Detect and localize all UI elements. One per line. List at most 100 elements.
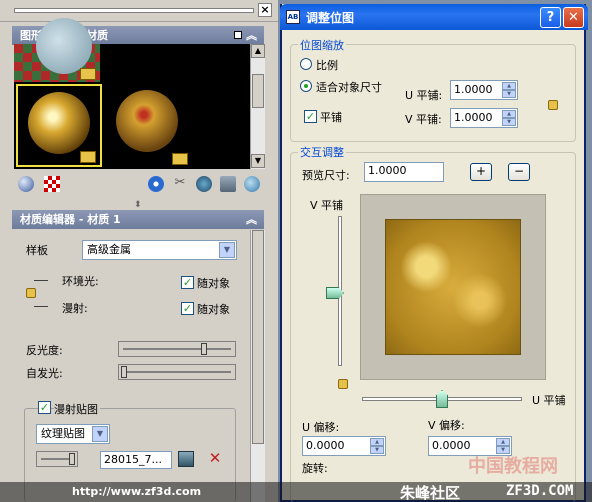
map-file-value: 28015_7... xyxy=(104,453,162,466)
slider-knob[interactable] xyxy=(121,366,127,378)
v-tile-spinner[interactable]: 1.0000 ▲ ▼ xyxy=(450,108,518,128)
material-editor-header[interactable]: 材质编辑器 - 材质 1 ︽ xyxy=(12,210,264,229)
u-tile-value: 1.0000 xyxy=(454,83,493,96)
watermark-community: 朱峰社区 xyxy=(400,484,461,502)
map-type-select[interactable]: 纹理贴图 ▼ xyxy=(36,424,110,444)
material-tag-icon xyxy=(172,153,188,165)
self-illumination-label: 自发光: xyxy=(26,367,63,380)
fit-to-object-radio[interactable] xyxy=(300,80,312,92)
select-objects-icon[interactable] xyxy=(220,176,236,192)
template-label: 样板 xyxy=(26,244,48,257)
close-button[interactable]: ✕ xyxy=(563,7,584,28)
v-tile-label: V 平铺: xyxy=(405,113,442,126)
dialog-app-icon: AB xyxy=(286,10,300,24)
spin-up-icon[interactable]: ▲ xyxy=(370,438,384,446)
apply-material-icon[interactable] xyxy=(196,176,212,192)
panel-close-button[interactable]: × xyxy=(258,3,272,17)
help-button[interactable]: ? xyxy=(540,7,561,28)
ambient-by-object-label: 随对象 xyxy=(197,277,230,290)
v-tile-value: 1.0000 xyxy=(454,111,493,124)
watermark-url: http://www.zf3d.com xyxy=(72,485,202,498)
delete-map-icon[interactable]: ✕ xyxy=(206,450,224,468)
editor-scrollbar[interactable] xyxy=(250,230,265,502)
purge-icon[interactable]: ✂ xyxy=(172,176,188,192)
reflectivity-slider[interactable] xyxy=(118,341,236,357)
watermark-tutorial: 中国教程网 xyxy=(468,456,558,477)
material-options-icon[interactable] xyxy=(244,176,260,192)
bitmap-preview xyxy=(360,194,546,380)
rotation-label: 旋转: xyxy=(302,462,328,475)
lock-icon[interactable] xyxy=(26,288,36,298)
u-offset-value: 0.0000 xyxy=(306,439,345,452)
chevron-down-icon[interactable]: ▼ xyxy=(92,426,108,442)
fit-to-object-label: 适合对象尺寸 xyxy=(316,81,382,94)
reflectivity-label: 反光度: xyxy=(26,344,63,357)
bitmap-scale-legend: 位图缩放 xyxy=(298,37,346,53)
material-swatch-empty[interactable] xyxy=(104,44,250,82)
material-tag-icon xyxy=(80,68,96,80)
ambient-label: 环境光: xyxy=(62,275,99,288)
scroll-thumb[interactable] xyxy=(252,230,264,444)
collapse-chevron-icon[interactable]: ︽ xyxy=(246,210,260,229)
spin-down-icon[interactable]: ▼ xyxy=(502,90,516,98)
spin-up-icon[interactable]: ▲ xyxy=(502,82,516,90)
map-file-field[interactable]: 28015_7... xyxy=(100,451,172,469)
spin-down-icon[interactable]: ▼ xyxy=(502,118,516,126)
texture-preview-image[interactable] xyxy=(385,219,521,355)
material-swatch-checker[interactable] xyxy=(14,18,100,82)
map-strength-slider[interactable] xyxy=(36,451,78,467)
adjust-bitmap-dialog: AB 调整位图 ? ✕ 位图缩放 比例 适合对象尺寸 U 平铺: 1.0000 … xyxy=(280,4,588,502)
tile-label: 平铺 xyxy=(320,111,342,124)
self-illumination-slider[interactable] xyxy=(118,364,236,380)
u-tile-label: U 平铺: xyxy=(405,89,443,102)
material-grid-scrollbar[interactable]: ▲ ▼ xyxy=(250,44,265,169)
ambient-connector xyxy=(34,280,48,281)
spin-up-icon[interactable]: ▲ xyxy=(496,438,510,446)
u-offset-label: U 偏移: xyxy=(302,421,340,434)
textured-sphere xyxy=(116,90,178,152)
material-panel: × 图形中可用的材质 ︽ ▲ ▼ ✂ ⬍ 材 xyxy=(0,0,278,502)
v-offset-label: V 偏移: xyxy=(428,419,465,432)
ambient-by-object-checkbox[interactable]: ✓ xyxy=(181,276,194,289)
scroll-thumb[interactable] xyxy=(252,74,264,108)
slider-knob[interactable] xyxy=(200,343,207,355)
chevron-down-icon[interactable]: ▼ xyxy=(219,242,235,258)
scroll-up-icon[interactable]: ▲ xyxy=(251,44,265,58)
adjust-bitmap-icon[interactable] xyxy=(178,451,194,467)
u-tile-axis-label: U 平铺 xyxy=(532,394,566,407)
panel-scroll-slider[interactable] xyxy=(14,8,254,13)
material-tag-icon xyxy=(80,151,96,163)
lock-icon[interactable] xyxy=(548,100,558,110)
diffuse-by-object-checkbox[interactable]: ✓ xyxy=(181,302,194,315)
spin-down-icon[interactable]: ▼ xyxy=(370,446,384,454)
zoom-in-button[interactable]: + xyxy=(470,163,492,181)
maximize-icon[interactable] xyxy=(234,31,242,39)
material-swatch-selected[interactable] xyxy=(16,84,102,167)
zoom-out-button[interactable]: − xyxy=(508,163,530,181)
sphere-preview-icon[interactable] xyxy=(18,176,34,192)
material-toolbar: ✂ xyxy=(14,172,264,196)
spin-up-icon[interactable]: ▲ xyxy=(502,110,516,118)
splitter-grip-icon[interactable]: ⬍ xyxy=(134,200,142,210)
v-tile-axis-label: V 平铺 xyxy=(310,199,344,212)
map-type-value: 纹理贴图 xyxy=(41,427,85,440)
checker-background-icon[interactable] xyxy=(44,176,60,192)
interactive-adjust-legend: 交互调整 xyxy=(298,144,346,160)
lock-icon[interactable] xyxy=(338,379,348,389)
ratio-radio[interactable] xyxy=(300,58,312,70)
material-editor-title: 材质编辑器 - 材质 1 xyxy=(20,213,121,226)
collapse-chevron-icon[interactable]: ︽ xyxy=(246,26,260,45)
template-select[interactable]: 高级金属 ▼ xyxy=(82,240,237,260)
material-swatch-rough[interactable] xyxy=(106,84,192,167)
preview-size-field[interactable]: 1.0000 xyxy=(364,162,444,182)
u-tile-spinner[interactable]: 1.0000 ▲ ▼ xyxy=(450,80,518,100)
diffuse-map-checkbox[interactable]: ✓ xyxy=(38,401,51,414)
u-offset-spinner[interactable]: 0.0000 ▲ ▼ xyxy=(302,436,386,456)
checker-sphere xyxy=(36,18,92,74)
create-material-icon[interactable] xyxy=(148,176,164,192)
diffuse-map-label: 漫射贴图 xyxy=(54,401,100,417)
tile-checkbox[interactable]: ✓ xyxy=(304,110,317,123)
scroll-down-icon[interactable]: ▼ xyxy=(251,154,265,168)
dialog-titlebar[interactable]: AB 调整位图 ? ✕ xyxy=(280,4,588,30)
slider-knob[interactable] xyxy=(69,453,75,465)
